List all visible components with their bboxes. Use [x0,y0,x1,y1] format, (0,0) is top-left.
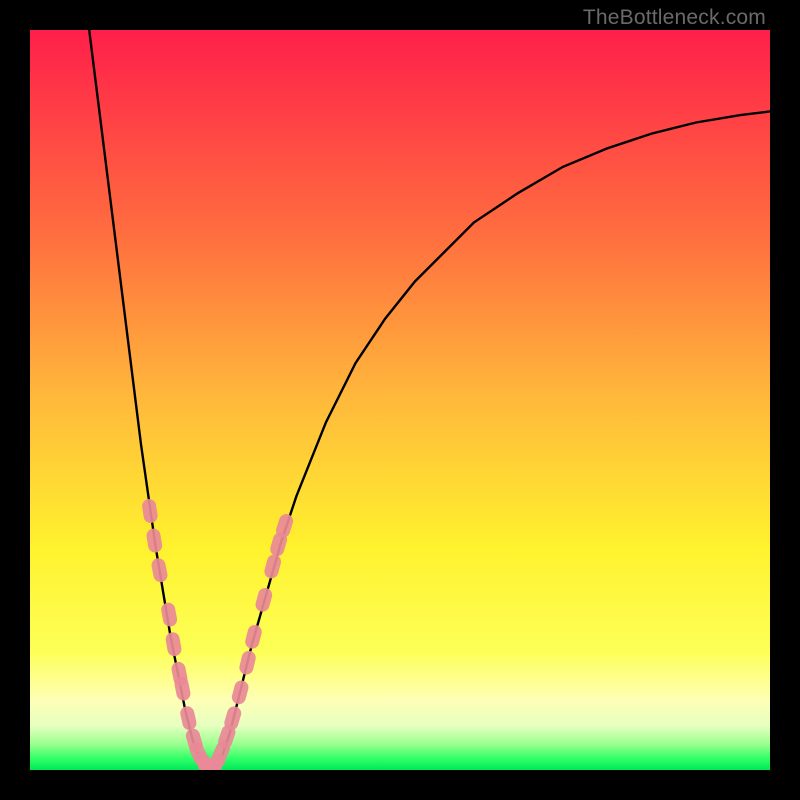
chart-frame: TheBottleneck.com [0,0,800,800]
bottleneck-curve [89,30,770,767]
marker-pill [145,528,163,554]
marker-pill [238,649,257,676]
marker-pill [150,557,168,583]
curve-layer [30,30,770,770]
marker-pill [141,498,158,524]
marker-pill [263,553,283,580]
watermark-text: TheBottleneck.com [583,6,766,30]
marker-pill [173,675,191,701]
marker-pill [160,602,178,628]
marker-pill [179,705,198,732]
marker-pill [254,586,274,613]
marker-pill [165,631,183,657]
marker-pill [230,679,250,706]
marker-pill [244,623,264,650]
plot-area [30,30,770,770]
sample-markers [141,498,295,770]
